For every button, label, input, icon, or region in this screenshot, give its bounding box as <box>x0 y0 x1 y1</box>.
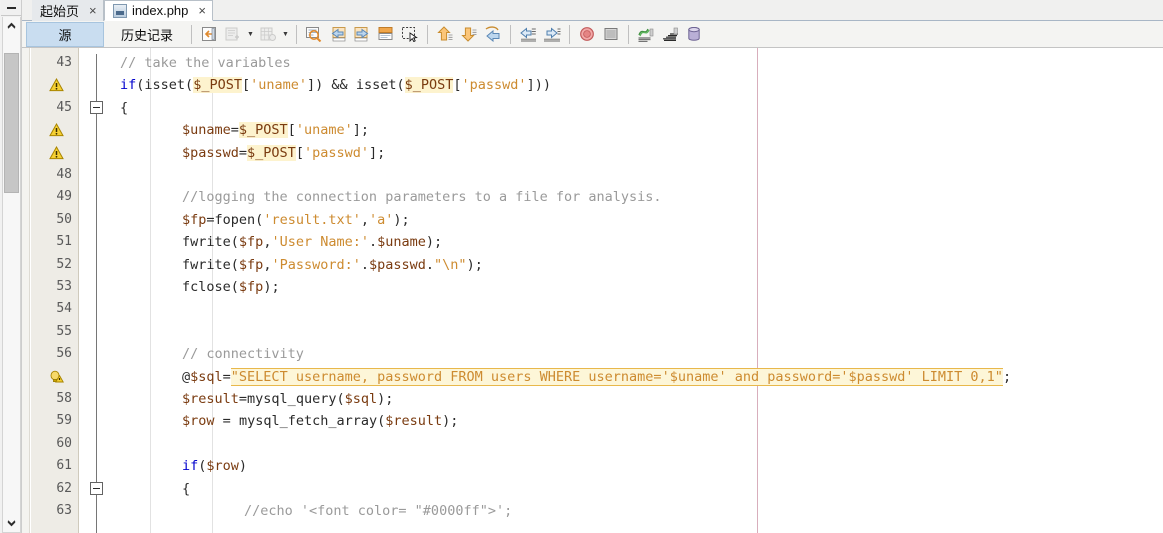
database-icon[interactable] <box>683 23 705 45</box>
line-number: 52 <box>56 256 72 272</box>
hint-bulb-warning-icon[interactable] <box>49 370 64 384</box>
left-scrollbar-strip <box>0 0 22 533</box>
line-number: 56 <box>56 346 72 362</box>
line-number: 59 <box>56 413 72 429</box>
toggle-bookmark-icon[interactable] <box>257 23 279 45</box>
vertical-scrollbar[interactable] <box>2 17 21 533</box>
stop-icon[interactable] <box>576 23 598 45</box>
document-tab-label: 起始页 <box>40 4 80 19</box>
line-number: 43 <box>56 55 72 70</box>
toolbar-separator <box>296 24 297 44</box>
code-line[interactable]: if($row) <box>114 455 1163 477</box>
code-line[interactable]: $result=mysql_query($sql); <box>114 388 1163 410</box>
line-number-gutter: 43 45 48 49 50 51 52 53 54 55 56 58 59 60 61 62 63 <box>31 48 79 533</box>
shift-line-left-icon[interactable] <box>198 23 220 45</box>
line-number: 48 <box>56 167 72 182</box>
document-tab-bar: 起始页 × index.php × <box>22 0 1163 21</box>
line-number: 51 <box>56 234 72 250</box>
code-line[interactable] <box>114 164 1163 186</box>
code-line[interactable]: fclose($fp); <box>114 276 1163 298</box>
code-line[interactable]: // connectivity <box>114 343 1163 365</box>
toolbar-separator <box>569 24 570 44</box>
chevron-down-icon[interactable]: ▼ <box>280 23 291 45</box>
fold-collapse-button[interactable] <box>90 100 103 114</box>
php-file-icon <box>113 3 127 18</box>
code-line[interactable]: if(isset($_POST['uname']) && isset($_POS… <box>114 74 1163 96</box>
scroll-down-arrow-icon[interactable] <box>3 515 20 532</box>
shift-right-icon[interactable] <box>541 23 563 45</box>
code-line[interactable]: $fp=fopen('result.txt','a'); <box>114 209 1163 231</box>
code-line[interactable]: //echo '<font color= "#0000ff">'; <box>114 500 1163 522</box>
ide-window: 起始页 × index.php × 源 历史记录 ▼ ▼ 43 45 48 49… <box>0 0 1163 533</box>
step-into-icon[interactable] <box>458 23 480 45</box>
tab-source-label: 源 <box>58 27 72 43</box>
code-line[interactable]: //logging the connection parameters to a… <box>114 186 1163 208</box>
previous-bookmark-icon[interactable] <box>327 23 349 45</box>
document-tab-2[interactable]: index.php × <box>104 0 213 21</box>
toolbar-separator <box>191 24 192 44</box>
code-editor[interactable]: 43 45 48 49 50 51 52 53 54 55 56 58 59 60 61 62 63 //… <box>22 48 1163 533</box>
collapse-glyph <box>6 6 16 9</box>
code-line[interactable]: fwrite($fp,'User Name:'.$uname); <box>114 231 1163 253</box>
toolbar-separator <box>628 24 629 44</box>
close-icon[interactable]: × <box>89 3 97 18</box>
toolbar-separator <box>427 24 428 44</box>
code-line[interactable] <box>114 321 1163 343</box>
toolbar-separator <box>510 24 511 44</box>
select-mode-icon[interactable] <box>399 23 421 45</box>
profile-icon[interactable] <box>635 23 657 45</box>
code-line[interactable]: $row = mysql_fetch_array($result); <box>114 410 1163 432</box>
line-number: 63 <box>56 503 72 518</box>
document-tab-1[interactable]: 起始页 × <box>32 0 104 21</box>
code-line[interactable]: // take the variables <box>114 52 1163 74</box>
line-number: 55 <box>56 323 72 339</box>
code-line[interactable]: @$sql="SELECT username, password FROM us… <box>114 366 1163 388</box>
vertical-scrollbar-thumb[interactable] <box>4 53 19 193</box>
code-line[interactable]: fwrite($fp,'Password:'.$passwd."\n"); <box>114 254 1163 276</box>
close-icon[interactable]: × <box>198 3 206 18</box>
tab-history-label: 历史记录 <box>120 27 173 43</box>
line-number: 45 <box>56 99 72 115</box>
editor-toolbar: 源 历史记录 ▼ ▼ <box>22 21 1163 48</box>
step-over-icon[interactable] <box>482 23 504 45</box>
code-line[interactable]: $uname=$_POST['uname']; <box>114 119 1163 141</box>
new-breakpoint-icon[interactable] <box>222 23 244 45</box>
line-number: 61 <box>56 458 72 474</box>
line-number: 49 <box>56 189 72 205</box>
next-bookmark-icon[interactable] <box>351 23 373 45</box>
line-number: 58 <box>56 391 72 406</box>
line-number: 50 <box>56 211 72 227</box>
fold-collapse-button[interactable] <box>90 481 103 495</box>
line-number: 62 <box>56 480 72 496</box>
step-out-icon[interactable] <box>434 23 456 45</box>
line-number: 60 <box>56 435 72 451</box>
code-line[interactable]: { <box>114 97 1163 119</box>
warning-icon[interactable] <box>49 145 64 160</box>
fold-guide-line <box>96 54 97 533</box>
line-number: 54 <box>56 301 72 317</box>
line-number: 53 <box>56 279 72 294</box>
code-text-area[interactable]: // take the variables if(isset($_POST['un… <box>114 48 1163 533</box>
code-folding-gutter[interactable] <box>80 48 113 533</box>
benchmark-icon[interactable] <box>659 23 681 45</box>
document-tab-label: index.php <box>132 3 189 18</box>
code-line[interactable]: $passwd=$_POST['passwd']; <box>114 142 1163 164</box>
scroll-up-arrow-icon[interactable] <box>3 17 20 34</box>
collapse-panel-button[interactable] <box>1 0 21 16</box>
toggle-rectangular-selection-icon[interactable] <box>375 23 397 45</box>
chevron-down-icon[interactable]: ▼ <box>245 23 256 45</box>
shift-left-icon[interactable] <box>517 23 539 45</box>
code-line[interactable]: { <box>114 478 1163 500</box>
tab-history[interactable]: 历史记录 <box>108 22 186 47</box>
minus-icon <box>93 487 100 489</box>
warning-icon[interactable] <box>49 123 64 137</box>
error-stripe-gutter <box>22 48 30 533</box>
pause-icon[interactable] <box>600 23 622 45</box>
minus-icon <box>93 106 100 108</box>
warning-icon[interactable] <box>49 78 64 92</box>
code-line[interactable] <box>114 298 1163 320</box>
find-selection-icon[interactable] <box>303 23 325 45</box>
code-line[interactable] <box>114 433 1163 455</box>
tab-source[interactable]: 源 <box>26 21 104 47</box>
